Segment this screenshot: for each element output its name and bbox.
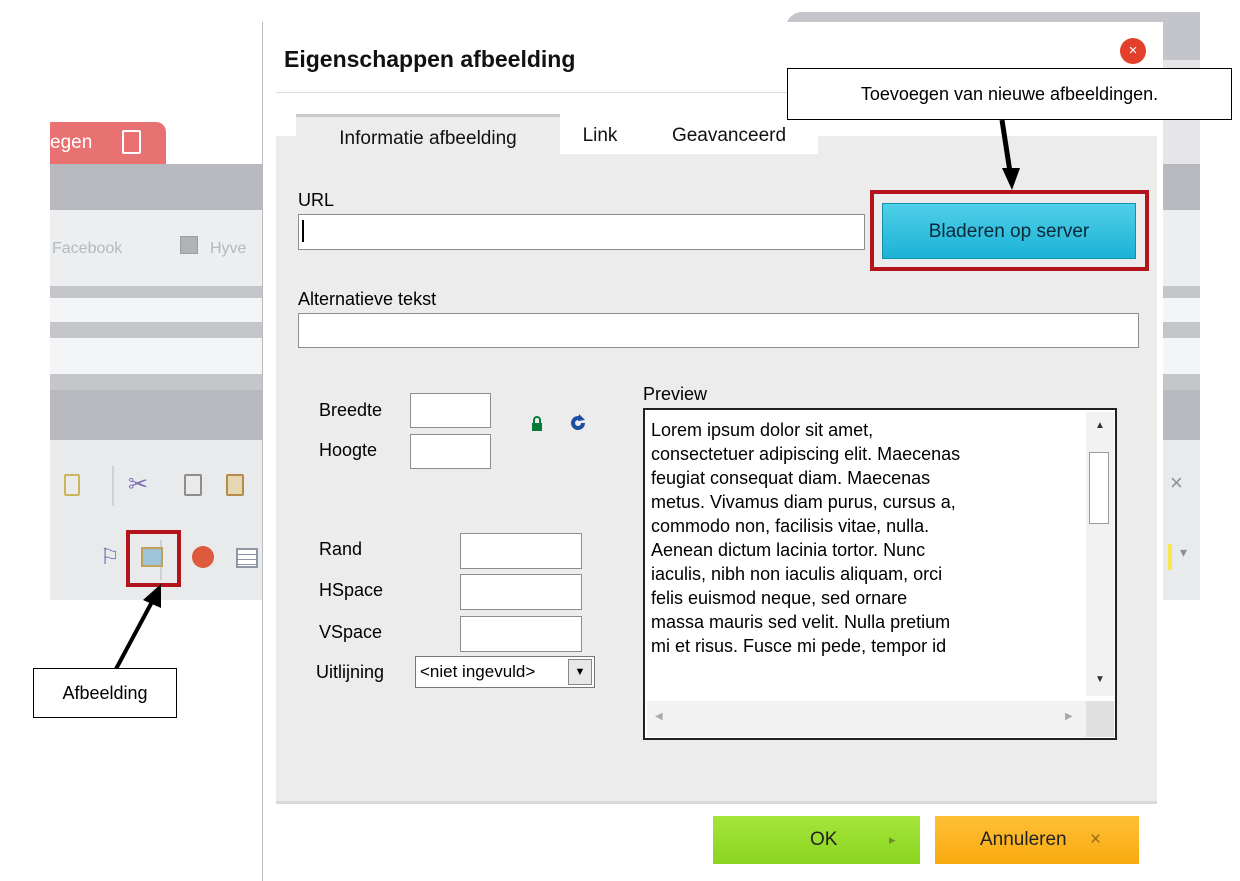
toolbar-divider bbox=[112, 466, 114, 506]
alt-text-input[interactable] bbox=[298, 313, 1139, 348]
tab-image-info[interactable]: Informatie afbeelding bbox=[296, 114, 560, 157]
ok-button-label: OK bbox=[810, 829, 838, 850]
lock-icon[interactable] bbox=[530, 416, 544, 432]
preview-vertical-scrollbar[interactable]: ▲ ▼ bbox=[1086, 412, 1114, 696]
chevron-down-icon[interactable]: ▾ bbox=[1180, 544, 1187, 561]
cut-icon[interactable]: ✂ bbox=[128, 470, 148, 499]
scroll-up-icon[interactable]: ▲ bbox=[1095, 420, 1105, 431]
url-label: URL bbox=[298, 190, 335, 210]
vspace-label: VSpace bbox=[319, 622, 383, 642]
browse-server-button[interactable]: Bladeren op server bbox=[882, 203, 1136, 259]
copy-icon[interactable] bbox=[184, 474, 202, 496]
width-input[interactable] bbox=[410, 393, 491, 428]
url-input[interactable] bbox=[298, 214, 865, 250]
preview-horizontal-scrollbar[interactable]: ◀ ▶ bbox=[647, 701, 1087, 737]
color-swatch bbox=[1168, 544, 1172, 570]
tab-advanced[interactable]: Geavanceerd bbox=[640, 114, 818, 154]
flag-icon[interactable]: ⚐ bbox=[100, 544, 120, 570]
scroll-right-icon[interactable]: ▶ bbox=[1065, 711, 1073, 722]
alt-text-label: Alternatieve tekst bbox=[298, 289, 437, 309]
cancel-button[interactable]: Annuleren × bbox=[935, 816, 1139, 864]
footer-divider bbox=[276, 801, 1157, 804]
browse-callout-arrow bbox=[999, 119, 1020, 190]
scroll-left-icon[interactable]: ◀ bbox=[655, 711, 663, 722]
table-icon[interactable] bbox=[236, 548, 258, 568]
toolbar-close-icon[interactable]: × bbox=[1170, 470, 1183, 496]
hspace-label: HSpace bbox=[319, 580, 384, 600]
document-icon[interactable] bbox=[64, 474, 80, 496]
alignment-label: Uitlijning bbox=[316, 662, 385, 682]
paste-icon[interactable] bbox=[226, 474, 244, 496]
close-icon: × bbox=[1090, 829, 1102, 850]
border-input[interactable] bbox=[460, 533, 582, 569]
arrow-right-icon: ▸ bbox=[889, 832, 896, 847]
text-cursor bbox=[302, 220, 304, 242]
border-label: Rand bbox=[319, 539, 363, 559]
hyves-checkbox[interactable] bbox=[180, 236, 198, 254]
vspace-input[interactable] bbox=[460, 616, 582, 652]
browse-callout: Toevoegen van nieuwe afbeeldingen. bbox=[787, 68, 1232, 120]
chevron-down-icon[interactable]: ▼ bbox=[568, 659, 592, 685]
editor-tab[interactable]: egen bbox=[50, 122, 166, 164]
preview-label: Preview bbox=[643, 384, 708, 404]
facebook-label: Facebook bbox=[52, 240, 123, 257]
tab-link[interactable]: Link bbox=[560, 114, 640, 154]
page-icon bbox=[122, 130, 141, 154]
dialog-title: Eigenschappen afbeelding bbox=[284, 46, 576, 72]
ok-button[interactable]: OK ▸ bbox=[713, 816, 920, 864]
height-input[interactable] bbox=[410, 434, 491, 469]
alignment-select[interactable]: <niet ingevuld> ▼ bbox=[415, 656, 595, 688]
scrollbar-corner bbox=[1086, 701, 1114, 737]
editor-tab-label: egen bbox=[50, 132, 93, 153]
width-label: Breedte bbox=[319, 400, 383, 420]
scrollbar-thumb[interactable] bbox=[1089, 452, 1109, 524]
preview-box[interactable]: Lorem ipsum dolor sit amet, consectetuer… bbox=[643, 408, 1117, 740]
scroll-down-icon[interactable]: ▼ bbox=[1095, 674, 1105, 685]
reset-size-icon[interactable] bbox=[568, 413, 588, 433]
preview-text: Lorem ipsum dolor sit amet, consectetuer… bbox=[651, 420, 961, 656]
alignment-value: <niet ingevuld> bbox=[420, 662, 536, 681]
image-icon[interactable] bbox=[141, 547, 163, 567]
close-icon[interactable]: × bbox=[1120, 38, 1146, 64]
flash-icon[interactable] bbox=[192, 546, 214, 568]
hspace-input[interactable] bbox=[460, 574, 582, 610]
height-label: Hoogte bbox=[319, 440, 378, 460]
hyves-label: Hyve bbox=[210, 240, 247, 257]
image-callout: Afbeelding bbox=[33, 668, 177, 718]
cancel-button-label: Annuleren bbox=[980, 829, 1067, 850]
